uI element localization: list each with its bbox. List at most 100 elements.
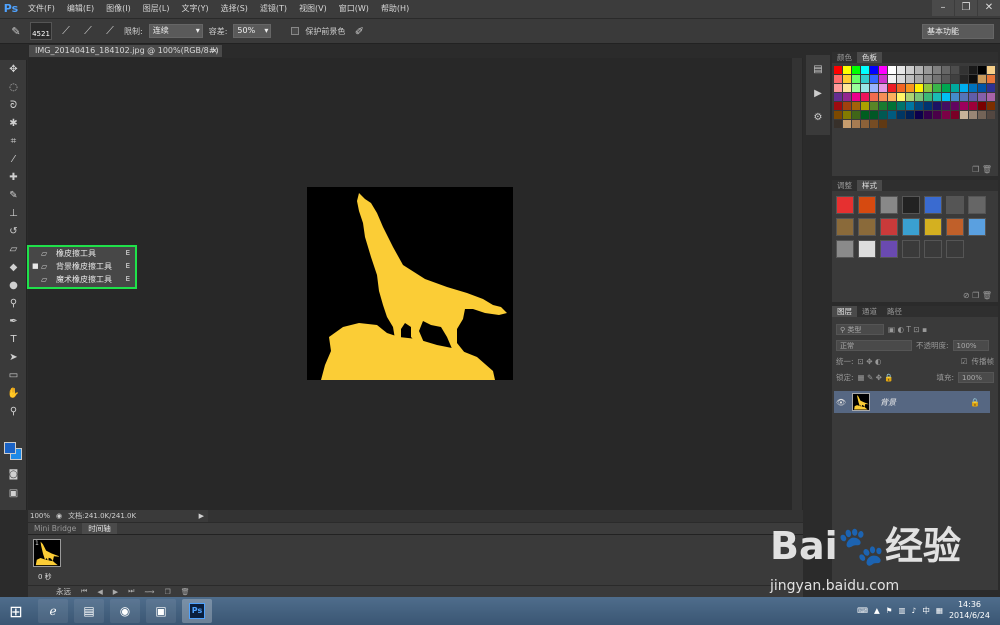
color-swatch[interactable] <box>906 102 914 110</box>
delete-frame-icon[interactable]: 🗑 <box>181 588 190 596</box>
color-swatch[interactable] <box>969 102 977 110</box>
color-swatch[interactable] <box>870 75 878 83</box>
color-swatch[interactable] <box>843 75 851 83</box>
style-preset[interactable] <box>858 240 876 258</box>
color-swatch[interactable] <box>861 111 869 119</box>
file-explorer-icon[interactable]: ▤ <box>74 599 104 623</box>
filter-icons[interactable]: ▣ ◐ T ⊡ ▪ <box>888 325 927 334</box>
color-swatch[interactable] <box>897 66 905 74</box>
color-swatch[interactable] <box>942 102 950 110</box>
color-swatch[interactable] <box>852 120 860 128</box>
color-swatch[interactable] <box>978 75 986 83</box>
propagate-checkbox-icon[interactable]: ☑ <box>961 357 968 366</box>
color-swatch[interactable] <box>969 111 977 119</box>
canvas-scrollbar[interactable] <box>792 58 802 510</box>
color-swatch[interactable] <box>960 84 968 92</box>
color-swatch[interactable] <box>924 66 932 74</box>
color-swatches[interactable] <box>4 442 24 462</box>
play-icon[interactable]: ▶ <box>113 588 118 596</box>
color-swatch[interactable] <box>834 66 842 74</box>
menu-image[interactable]: 图像(I) <box>100 0 137 18</box>
color-swatch[interactable] <box>906 93 914 101</box>
color-swatch[interactable] <box>861 84 869 92</box>
frame-delay[interactable]: 0 秒 <box>38 572 52 582</box>
loop-select[interactable]: 永远 <box>56 586 71 597</box>
color-swatch[interactable] <box>987 93 995 101</box>
style-preset[interactable] <box>902 218 920 236</box>
restore-button[interactable]: ❐ <box>955 0 977 16</box>
close-button[interactable]: ✕ <box>978 0 1000 16</box>
color-swatch[interactable] <box>924 84 932 92</box>
style-preset[interactable] <box>836 218 854 236</box>
color-swatch[interactable] <box>843 120 851 128</box>
path-select-tool-icon[interactable]: ➤ <box>0 348 27 366</box>
color-swatch[interactable] <box>951 84 959 92</box>
color-swatch[interactable] <box>978 111 986 119</box>
color-swatch[interactable] <box>888 93 896 101</box>
color-swatch[interactable] <box>879 66 887 74</box>
color-swatch[interactable] <box>915 102 923 110</box>
color-swatch[interactable] <box>987 102 995 110</box>
color-swatch[interactable] <box>960 93 968 101</box>
color-swatch[interactable] <box>870 84 878 92</box>
sampling-once-icon[interactable]: ⟋ <box>80 23 96 39</box>
color-swatch[interactable] <box>960 75 968 83</box>
color-swatch[interactable] <box>870 93 878 101</box>
style-preset[interactable] <box>880 196 898 214</box>
style-preset[interactable] <box>968 218 986 236</box>
color-swatch[interactable] <box>960 111 968 119</box>
color-swatch[interactable] <box>879 93 887 101</box>
document-image[interactable] <box>307 187 513 380</box>
network-icon[interactable]: ▥ <box>898 606 905 615</box>
taskbar-clock[interactable]: 14:36 2014/6/24 <box>949 599 990 621</box>
internet-explorer-icon[interactable]: ℯ <box>38 599 68 623</box>
tab-mini-bridge[interactable]: Mini Bridge <box>28 523 82 534</box>
menu-help[interactable]: 帮助(H) <box>375 0 415 18</box>
color-swatch[interactable] <box>933 102 941 110</box>
color-swatch[interactable] <box>834 75 842 83</box>
clear-style-icon[interactable]: ⊘ <box>963 291 970 300</box>
color-swatch[interactable] <box>915 66 923 74</box>
brush-size-picker[interactable]: 4521 <box>30 22 52 40</box>
color-swatch[interactable] <box>852 102 860 110</box>
menu-file[interactable]: 文件(F) <box>22 0 61 18</box>
color-swatch[interactable] <box>852 84 860 92</box>
color-swatch[interactable] <box>897 84 905 92</box>
color-swatch[interactable] <box>834 93 842 101</box>
menu-select[interactable]: 选择(S) <box>215 0 254 18</box>
protect-foreground-checkbox[interactable] <box>291 27 300 35</box>
quick-mask-icon[interactable]: ◙ <box>0 465 27 483</box>
tween-icon[interactable]: ⟿ <box>144 588 154 596</box>
minimize-button[interactable]: – <box>932 0 954 16</box>
lasso-tool-icon[interactable]: ᘐ <box>0 96 27 114</box>
color-swatch[interactable] <box>852 111 860 119</box>
color-swatch[interactable] <box>897 75 905 83</box>
brush-tool-icon[interactable]: ✎ <box>0 186 27 204</box>
color-swatch[interactable] <box>978 102 986 110</box>
menu-layer[interactable]: 图层(L) <box>137 0 176 18</box>
color-swatch[interactable] <box>951 93 959 101</box>
color-swatch[interactable] <box>834 111 842 119</box>
color-swatch[interactable] <box>879 120 887 128</box>
quick-select-tool-icon[interactable]: ✱ <box>0 114 27 132</box>
new-swatch-icon[interactable]: ❐ <box>972 165 979 174</box>
color-swatch[interactable] <box>951 75 959 83</box>
color-swatch[interactable] <box>951 111 959 119</box>
color-swatch[interactable] <box>861 120 869 128</box>
color-swatch[interactable] <box>915 84 923 92</box>
color-swatch[interactable] <box>933 84 941 92</box>
color-swatch[interactable] <box>870 66 878 74</box>
color-swatch[interactable] <box>843 93 851 101</box>
move-tool-icon[interactable]: ✥ <box>0 60 27 78</box>
menu-view[interactable]: 视图(V) <box>293 0 333 18</box>
color-swatch[interactable] <box>879 111 887 119</box>
tab-swatches[interactable]: 色板 <box>857 52 882 63</box>
delete-style-icon[interactable]: 🗑 <box>982 291 992 300</box>
color-swatch[interactable] <box>852 75 860 83</box>
flyout-eraser-tool[interactable]: ▱ 橡皮擦工具 E <box>29 247 135 260</box>
document-tab[interactable]: IMG_20140416_184102.jpg @ 100%(RGB/8#) × <box>28 44 223 58</box>
tab-adjustments[interactable]: 调整 <box>832 180 857 191</box>
color-swatch[interactable] <box>888 102 896 110</box>
color-swatch[interactable] <box>843 111 851 119</box>
delete-swatch-icon[interactable]: 🗑 <box>982 165 992 174</box>
